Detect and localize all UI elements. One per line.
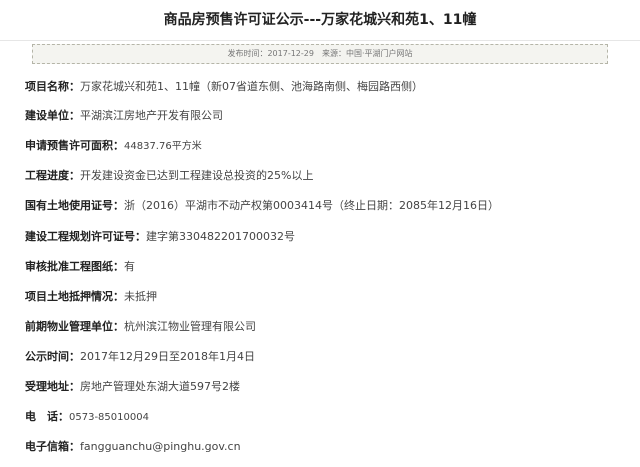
field-address: 受理地址：房地产管理处东湖大道597号2楼 xyxy=(25,378,635,396)
field-mortgage: 项目土地抵押情况：未抵押 xyxy=(25,288,635,306)
field-value: 44837.76平方米 xyxy=(124,141,202,152)
field-value: 平湖滨江房地产开发有限公司 xyxy=(80,109,223,122)
field-value: 杭州滨江物业管理有限公司 xyxy=(124,320,256,333)
field-label: 建设单位： xyxy=(25,109,80,122)
field-planning-permit: 建设工程规划许可证号：建字第330482201700032号 xyxy=(25,228,635,246)
field-label: 国有土地使用证号： xyxy=(25,199,124,212)
field-value: 建字第330482201700032号 xyxy=(146,230,295,243)
field-area: 申请预售许可面积：44837.76平方米 xyxy=(25,137,635,155)
field-progress: 工程进度：开发建设资金已达到工程建设总投资的25%以上 xyxy=(25,167,635,185)
field-publicity-period: 公示时间：2017年12月29日至2018年1月4日 xyxy=(25,348,635,366)
field-label: 建设工程规划许可证号： xyxy=(25,230,146,243)
field-value: 未抵押 xyxy=(124,290,157,303)
field-value: 0573-85010004 xyxy=(69,412,149,423)
field-label: 电 话： xyxy=(25,410,69,423)
field-label: 电子信箱： xyxy=(25,440,80,453)
field-label: 受理地址： xyxy=(25,380,80,393)
field-email: 电子信箱：fangguanchu@pinghu.gov.cn xyxy=(25,438,635,456)
field-project-name: 项目名称：万家花城兴和苑1、11幢（新07省道东侧、池海路南侧、梅园路西侧） xyxy=(25,78,635,96)
field-label: 公示时间： xyxy=(25,350,80,363)
field-label: 申请预售许可面积： xyxy=(25,139,124,152)
field-value: 有 xyxy=(124,260,135,273)
field-label: 项目名称： xyxy=(25,80,80,93)
field-label: 前期物业管理单位： xyxy=(25,320,124,333)
field-value: 开发建设资金已达到工程建设总投资的25%以上 xyxy=(80,169,314,182)
field-drawings: 审核批准工程图纸：有 xyxy=(25,258,635,276)
field-value: 房地产管理处东湖大道597号2楼 xyxy=(80,380,240,393)
field-developer: 建设单位：平湖滨江房地产开发有限公司 xyxy=(25,107,635,125)
field-label: 工程进度： xyxy=(25,169,80,182)
field-property-management: 前期物业管理单位：杭州滨江物业管理有限公司 xyxy=(25,318,635,336)
field-label: 审核批准工程图纸： xyxy=(25,260,124,273)
field-value: 浙（2016）平湖市不动产权第0003414号（终止日期：2085年12月16日… xyxy=(124,199,499,212)
info-list: 项目名称：万家花城兴和苑1、11幢（新07省道东侧、池海路南侧、梅园路西侧） 建… xyxy=(0,0,640,467)
field-value: 万家花城兴和苑1、11幢（新07省道东侧、池海路南侧、梅园路西侧） xyxy=(80,80,423,93)
field-label: 项目土地抵押情况： xyxy=(25,290,124,303)
field-phone: 电 话：0573-85010004 xyxy=(25,408,635,426)
field-value: fangguanchu@pinghu.gov.cn xyxy=(80,440,241,453)
field-land-certificate: 国有土地使用证号：浙（2016）平湖市不动产权第0003414号（终止日期：20… xyxy=(25,197,635,215)
field-value: 2017年12月29日至2018年1月4日 xyxy=(80,350,255,363)
